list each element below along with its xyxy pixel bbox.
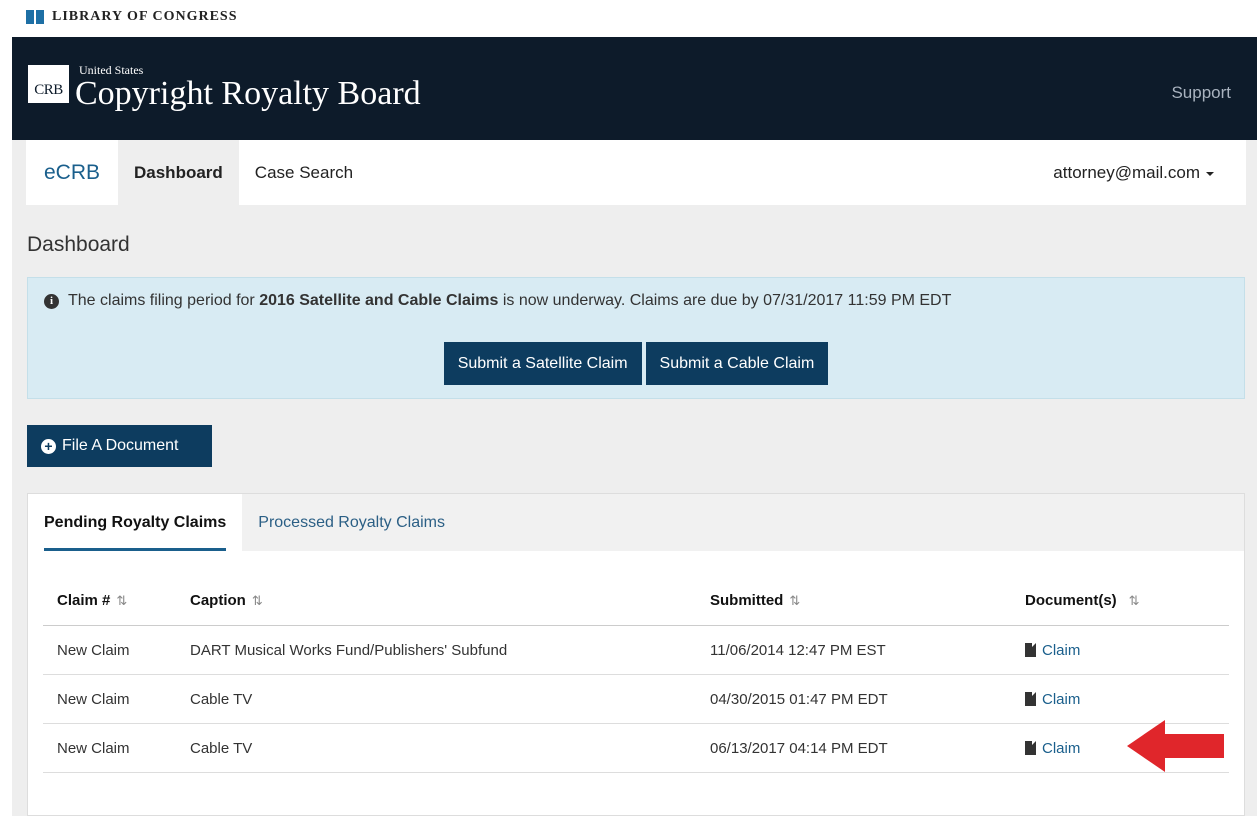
claim-document-link[interactable]: Claim	[1042, 740, 1080, 757]
column-header-claim[interactable]: Claim # ⇅	[43, 592, 190, 609]
document-icon	[1025, 643, 1036, 657]
sort-icon: ⇅	[116, 593, 128, 608]
file-document-label: File A Document	[62, 437, 179, 454]
user-email: attorney@mail.com	[1053, 162, 1200, 182]
claim-caption: Cable TV	[190, 739, 253, 757]
table-row: New Claim Cable TV 06/13/2017 04:14 PM E…	[43, 724, 1229, 773]
page-title: Dashboard	[27, 233, 130, 256]
claim-submitted: 06/13/2017 04:14 PM EDT	[710, 739, 888, 757]
submit-satellite-claim-button[interactable]: Submit a Satellite Claim	[443, 342, 642, 385]
column-header-caption[interactable]: Caption ⇅	[190, 592, 710, 609]
sort-icon: ⇅	[251, 593, 263, 608]
app-frame: CRB United States Copyright Royalty Boar…	[12, 37, 1257, 816]
crb-logo[interactable]: CRB	[28, 65, 69, 103]
tab-processed-royalty-claims[interactable]: Processed Royalty Claims	[242, 494, 461, 551]
support-link[interactable]: Support	[1171, 83, 1231, 103]
claims-alert: i The claims filing period for 2016 Sate…	[27, 277, 1245, 399]
table-header-row: Claim # ⇅ Caption ⇅ Submitted ⇅ Document(s)…	[43, 576, 1229, 626]
nav-brand[interactable]: eCRB	[26, 140, 118, 205]
claim-document-link[interactable]: Claim	[1042, 691, 1080, 708]
alert-text: The claims filing period for 2016 Satell…	[68, 292, 952, 309]
table-row: New Claim DART Musical Works Fund/Publis…	[43, 626, 1229, 675]
header-title[interactable]: Copyright Royalty Board	[75, 75, 421, 113]
claim-number: New Claim	[57, 690, 130, 708]
claim-number: New Claim	[57, 739, 130, 757]
red-arrow-icon	[1127, 720, 1224, 772]
sort-icon: ⇅	[789, 593, 801, 608]
nav-item-case-search[interactable]: Case Search	[239, 140, 369, 205]
submit-cable-claim-button[interactable]: Submit a Cable Claim	[645, 342, 829, 385]
info-icon: i	[44, 293, 59, 309]
claim-number: New Claim	[57, 641, 130, 659]
claim-document[interactable]: Claim	[1025, 642, 1229, 659]
claims-table: Claim # ⇅ Caption ⇅ Submitted ⇅ Document(s)…	[43, 576, 1229, 773]
claim-document-link[interactable]: Claim	[1042, 642, 1080, 659]
caret-down-icon	[1206, 171, 1214, 176]
loc-banner: LIBRARY OF CONGRESS	[0, 0, 1257, 37]
claim-caption: DART Musical Works Fund/Publishers' Subf…	[190, 641, 508, 659]
sort-icon: ⇅	[1128, 592, 1140, 608]
user-menu[interactable]: attorney@mail.com	[1053, 140, 1214, 205]
claims-panel: Pending Royalty Claims Processed Royalty…	[27, 493, 1245, 816]
claim-submitted: 04/30/2015 01:47 PM EDT	[710, 690, 888, 708]
column-header-documents[interactable]: Document(s) ⇅	[1025, 592, 1229, 609]
claim-submitted: 11/06/2014 12:47 PM EST	[710, 641, 886, 659]
nav-item-dashboard[interactable]: Dashboard	[118, 140, 239, 205]
alert-message: i The claims filing period for 2016 Sate…	[44, 292, 951, 310]
book-icon	[26, 10, 44, 24]
document-icon	[1025, 741, 1036, 755]
alert-buttons: Submit a Satellite Claim Submit a Cable …	[28, 342, 1244, 385]
main-nav: eCRB Dashboard Case Search attorney@mail…	[26, 140, 1246, 205]
file-document-button[interactable]: + File A Document	[27, 425, 212, 467]
loc-logo[interactable]: LIBRARY OF CONGRESS	[26, 9, 238, 25]
loc-label: LIBRARY OF CONGRESS	[52, 9, 238, 24]
plus-circle-icon: +	[41, 438, 56, 454]
claim-document[interactable]: Claim	[1025, 691, 1229, 708]
claims-tabs: Pending Royalty Claims Processed Royalty…	[28, 494, 1244, 551]
document-icon	[1025, 692, 1036, 706]
column-header-submitted[interactable]: Submitted ⇅	[710, 592, 1025, 609]
crb-header: CRB United States Copyright Royalty Boar…	[12, 37, 1257, 140]
claim-caption: Cable TV	[190, 690, 253, 708]
table-row: New Claim Cable TV 04/30/2015 01:47 PM E…	[43, 675, 1229, 724]
tab-pending-royalty-claims[interactable]: Pending Royalty Claims	[28, 494, 243, 551]
